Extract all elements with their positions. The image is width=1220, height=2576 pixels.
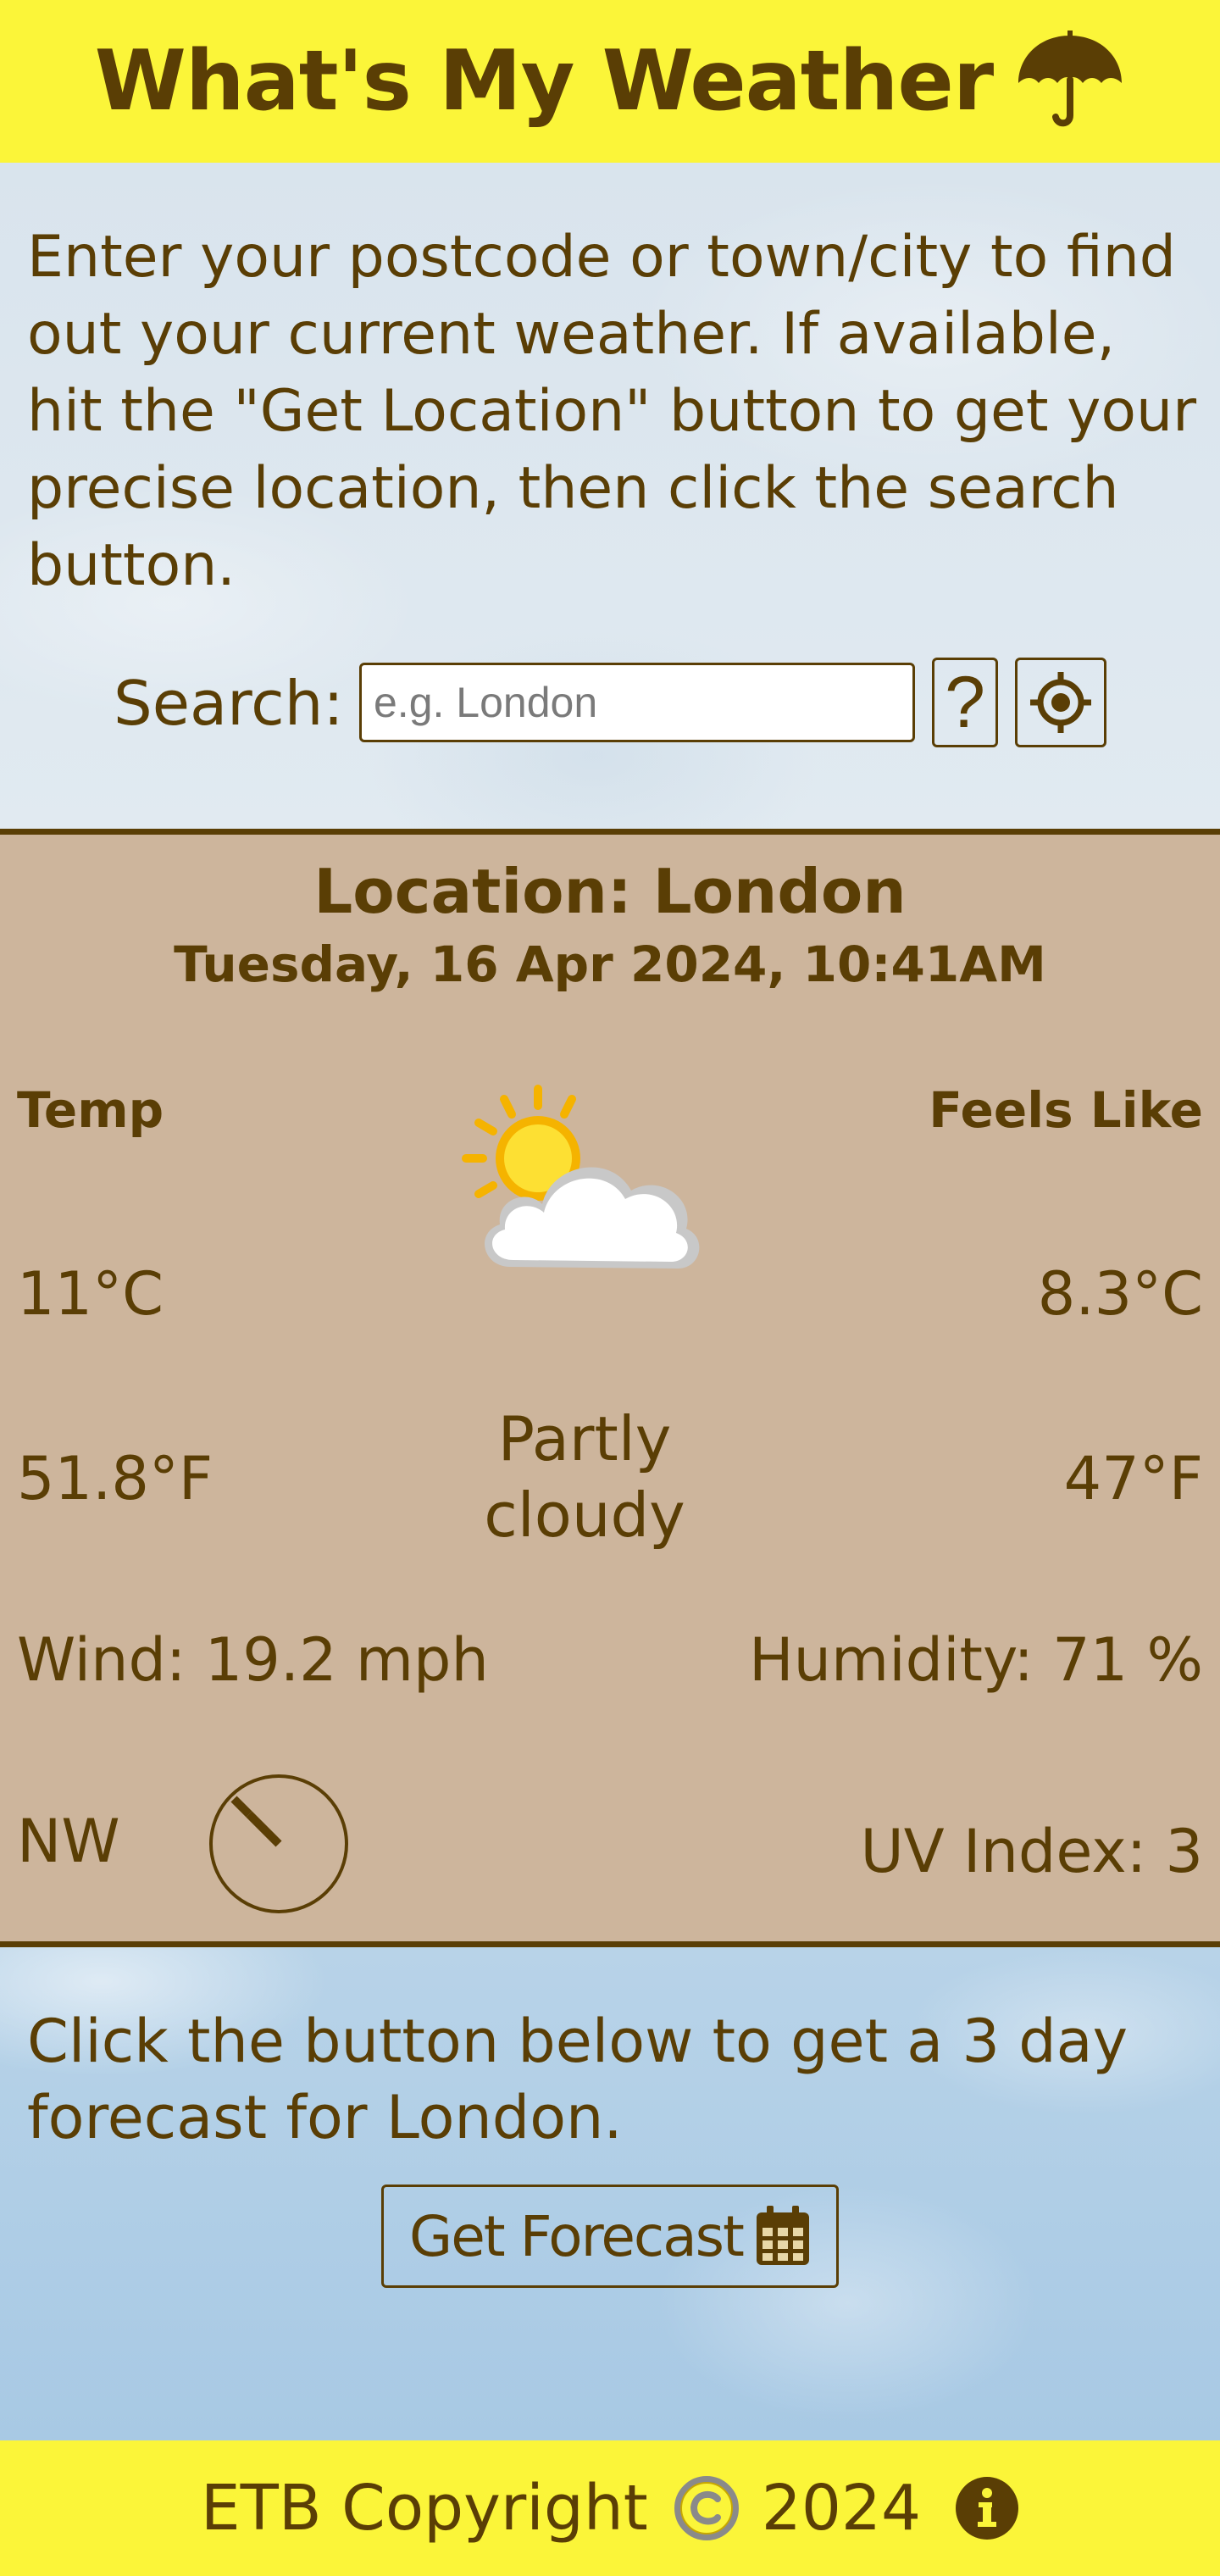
forecast-section: Click the button below to get a 3 day fo…: [0, 1947, 1220, 2440]
page-footer: ETB Copyright 2024: [0, 2440, 1220, 2576]
page-header: What's My Weather: [0, 0, 1220, 163]
search-row: Search: ?: [0, 654, 1220, 749]
partly-cloudy-icon: [462, 1085, 700, 1269]
crosshair-icon: [1030, 672, 1091, 733]
get-forecast-label: Get Forecast: [409, 2203, 745, 2269]
info-icon[interactable]: [955, 2476, 1019, 2540]
wind-direction: NW: [17, 1807, 120, 1876]
temp-label: Temp: [17, 1081, 164, 1139]
feels-like-celsius: 8.3°C: [1037, 1259, 1203, 1329]
feels-like-label: Feels Like: [929, 1081, 1203, 1139]
feels-like-fahrenheit: 47°F: [1063, 1444, 1203, 1513]
temp-fahrenheit: 51.8°F: [17, 1444, 214, 1513]
page-title: What's My Weather: [94, 33, 994, 130]
search-section: Enter your postcode or town/city to find…: [0, 163, 1220, 832]
intro-text: Enter your postcode or town/city to find…: [27, 224, 1197, 599]
forecast-text: Click the button below to get a 3 day fo…: [27, 2007, 1128, 2152]
copyright-icon: [674, 2476, 739, 2540]
wind-direction-compass-icon: [209, 1774, 348, 1913]
footer-year: 2024: [761, 2472, 922, 2545]
umbrella-icon: [1018, 31, 1123, 127]
uv-index: UV Index: 3: [860, 1817, 1203, 1886]
calendar-icon: [756, 2206, 809, 2265]
location-title: Location: London: [313, 856, 907, 927]
condition-text: Partly cloudy: [484, 1403, 685, 1551]
search-input[interactable]: [359, 663, 915, 742]
date-time: Tuesday, 16 Apr 2024, 10:41AM: [174, 935, 1046, 993]
get-forecast-button[interactable]: Get Forecast: [381, 2185, 839, 2288]
temp-celsius: 11°C: [17, 1259, 164, 1329]
footer-copyright-text: ETB Copyright: [200, 2472, 648, 2545]
humidity: Humidity: 71 %: [749, 1625, 1203, 1695]
wind-speed: Wind: 19.2 mph: [17, 1625, 489, 1695]
help-button[interactable]: ?: [932, 658, 998, 747]
get-location-button[interactable]: [1015, 658, 1106, 747]
current-weather-panel: Location: London Tuesday, 16 Apr 2024, 1…: [0, 829, 1220, 1947]
search-label: Search:: [114, 668, 344, 739]
